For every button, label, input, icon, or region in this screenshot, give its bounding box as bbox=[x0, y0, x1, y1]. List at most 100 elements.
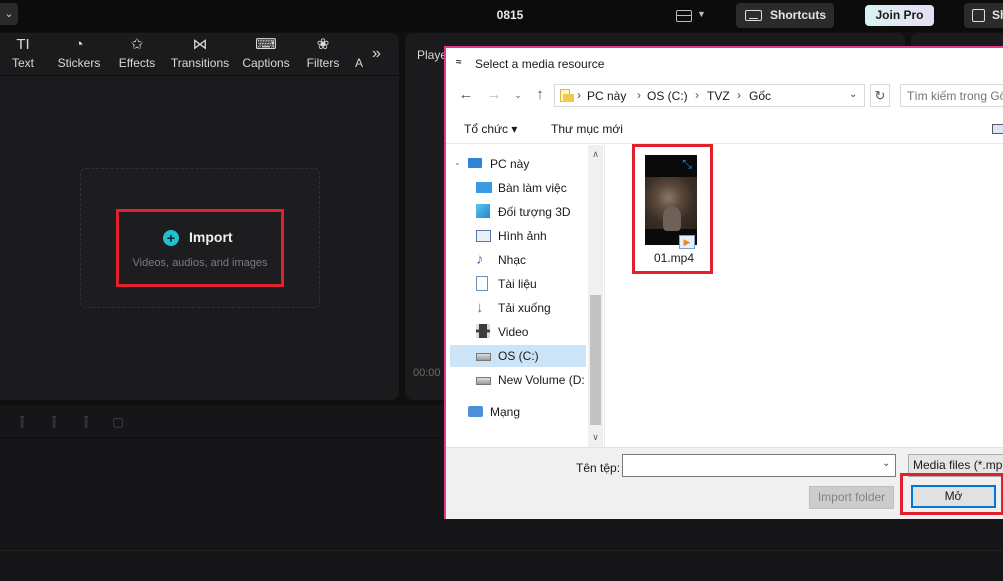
captions-icon: ⌨ bbox=[255, 36, 277, 53]
transition-icon: ⋈ bbox=[192, 36, 208, 53]
toolbar-divider bbox=[0, 75, 399, 76]
scrollbar-thumb[interactable] bbox=[590, 295, 601, 425]
toolbar-item-label: Stickers bbox=[57, 56, 101, 70]
open-button-highlight-box bbox=[900, 473, 1003, 515]
dialog-titlebar[interactable]: ≈ Select a media resource bbox=[446, 48, 1003, 78]
project-title: 0815 bbox=[496, 8, 524, 22]
dialog-command-bar: Tổ chức ▾ Thư mục mới bbox=[446, 114, 1003, 144]
nav-item-network[interactable]: Mạng bbox=[468, 401, 608, 423]
toolbar-item-stickers[interactable]: ◔ Stickers bbox=[54, 35, 104, 75]
toolbar-item-captions[interactable]: ⌨ Captions bbox=[238, 35, 294, 75]
share-label: Sh bbox=[992, 8, 1003, 22]
breadcrumb-item[interactable]: Gốc bbox=[749, 89, 771, 103]
nav-item-label: PC này bbox=[490, 157, 530, 171]
organize-menu-button[interactable]: Tổ chức ▾ bbox=[464, 122, 517, 136]
network-icon bbox=[468, 406, 483, 417]
drive-icon bbox=[476, 353, 491, 361]
toolbar-item-label: Text bbox=[11, 56, 34, 70]
up-arrow-icon[interactable]: ↑ bbox=[532, 87, 548, 103]
filters-icon: ❀ bbox=[316, 36, 330, 53]
downloads-icon: ↓ bbox=[476, 299, 484, 316]
nav-item-label: Tải xuống bbox=[498, 301, 551, 315]
text-icon: TI bbox=[16, 36, 30, 53]
import-highlight-box bbox=[116, 209, 284, 287]
nav-item-label: Video bbox=[498, 325, 529, 339]
shortcuts-button[interactable]: Shortcuts bbox=[736, 3, 834, 28]
new-folder-button[interactable]: Thư mục mới bbox=[551, 122, 623, 136]
back-arrow-icon[interactable]: ← bbox=[458, 87, 474, 103]
layout-switch-button[interactable]: ▼ bbox=[674, 7, 708, 25]
nav-item-label: Nhạc bbox=[498, 253, 527, 267]
collapse-chevron-icon[interactable]: ⌄ bbox=[454, 158, 461, 167]
nav-pane-scrollbar[interactable]: ∧ ∨ bbox=[588, 145, 603, 447]
file-highlight-box bbox=[632, 144, 713, 274]
breadcrumb-separator-icon[interactable]: › bbox=[577, 88, 581, 102]
file-open-dialog: ≈ Select a media resource ← → ⌄ ↑ › PC n… bbox=[444, 46, 1003, 519]
documents-icon bbox=[476, 276, 488, 291]
top-bar: ⌄ 0815 ▼ Shortcuts Join Pro Sh bbox=[0, 0, 1003, 32]
refresh-icon[interactable]: ↻ bbox=[870, 84, 890, 107]
import-folder-button[interactable]: Import folder bbox=[809, 486, 894, 509]
address-bar[interactable]: › PC này › OS (C:) › TVZ › Gốc ⌄ bbox=[554, 84, 865, 107]
nav-item-drive-c[interactable]: OS (C:) bbox=[450, 345, 586, 367]
more-tools-icon[interactable]: » bbox=[372, 45, 381, 63]
app-logo-icon: ≈ bbox=[456, 57, 462, 68]
breadcrumb-item[interactable]: TVZ bbox=[707, 89, 730, 103]
nav-item-label: Mạng bbox=[490, 405, 521, 419]
scroll-up-icon[interactable]: ∧ bbox=[588, 147, 603, 161]
menu-chevron-icon[interactable]: ⌄ bbox=[0, 3, 18, 25]
address-dropdown-chevron-icon[interactable]: ⌄ bbox=[849, 89, 857, 100]
player-timecode: 00:00 bbox=[413, 367, 441, 379]
player-title: Playe bbox=[417, 48, 448, 62]
nav-item-label: Đối tượng 3D bbox=[498, 205, 571, 219]
toolbar-item-label: Transitions bbox=[170, 56, 230, 70]
split-right-icon[interactable]: ⫿ bbox=[80, 415, 92, 429]
split-icon[interactable]: ⫿ bbox=[16, 415, 28, 429]
pictures-icon bbox=[476, 230, 491, 242]
file-name-input[interactable] bbox=[622, 454, 896, 477]
music-icon: ♪ bbox=[476, 251, 484, 268]
delete-icon[interactable]: ▢ bbox=[112, 415, 124, 429]
recent-locations-chevron-icon[interactable]: ⌄ bbox=[510, 87, 526, 103]
scroll-down-icon[interactable]: ∨ bbox=[588, 430, 603, 444]
search-input[interactable] bbox=[900, 84, 1003, 107]
forward-arrow-icon[interactable]: → bbox=[486, 87, 502, 103]
drive-icon bbox=[476, 377, 491, 385]
nav-item-label: Hình ảnh bbox=[498, 229, 547, 243]
toolbar-item-label: Filters bbox=[306, 56, 340, 70]
share-icon bbox=[972, 9, 985, 22]
join-pro-button[interactable]: Join Pro bbox=[865, 5, 934, 26]
timeline-track-divider bbox=[0, 550, 1003, 551]
split-left-icon[interactable]: ⫿ bbox=[48, 415, 60, 429]
toolbar-item-text[interactable]: TI Text bbox=[8, 35, 38, 75]
breadcrumb-item[interactable]: OS (C:) bbox=[647, 89, 688, 103]
effects-icon: ✩ bbox=[130, 36, 144, 53]
toolbar-item-label: Effects bbox=[118, 56, 156, 70]
nav-item-label: OS (C:) bbox=[498, 349, 539, 363]
view-options-icon[interactable] bbox=[992, 124, 1003, 134]
toolbar-item-filters[interactable]: ❀ Filters bbox=[302, 35, 344, 75]
nav-item-this-pc[interactable]: ⌄ PC này bbox=[446, 153, 586, 175]
breadcrumb-separator-icon[interactable]: › bbox=[695, 88, 699, 102]
toolbar-item-transitions[interactable]: ⋈ Transitions bbox=[168, 35, 232, 75]
chevron-down-icon: ▼ bbox=[697, 9, 706, 19]
layout-icon bbox=[676, 10, 692, 22]
file-name-dropdown-chevron-icon[interactable]: ⌄ bbox=[882, 458, 890, 469]
videos-icon bbox=[476, 324, 490, 338]
shortcuts-label: Shortcuts bbox=[770, 8, 827, 22]
3d-objects-icon bbox=[476, 204, 490, 218]
dialog-title: Select a media resource bbox=[475, 57, 605, 71]
toolbar-item-effects[interactable]: ✩ Effects bbox=[114, 35, 160, 75]
breadcrumb-item[interactable]: PC này bbox=[587, 89, 626, 103]
keyboard-icon bbox=[745, 10, 762, 21]
sticker-icon: ◔ bbox=[74, 36, 84, 53]
toolbar-item-adjust[interactable]: A bbox=[352, 35, 366, 75]
breadcrumb-separator-icon[interactable]: › bbox=[637, 88, 641, 102]
pc-icon bbox=[468, 158, 482, 168]
dialog-nav-row: ← → ⌄ ↑ › PC này › OS (C:) › TVZ › Gốc ⌄… bbox=[446, 82, 1003, 110]
breadcrumb-separator-icon[interactable]: › bbox=[737, 88, 741, 102]
share-button[interactable]: Sh bbox=[964, 3, 1003, 28]
nav-item-label: Bàn làm việc bbox=[498, 181, 567, 195]
navigation-pane: ⌄ PC này Bàn làm việc Đối tượng 3D Hình … bbox=[446, 145, 603, 447]
adjust-icon bbox=[352, 35, 366, 55]
